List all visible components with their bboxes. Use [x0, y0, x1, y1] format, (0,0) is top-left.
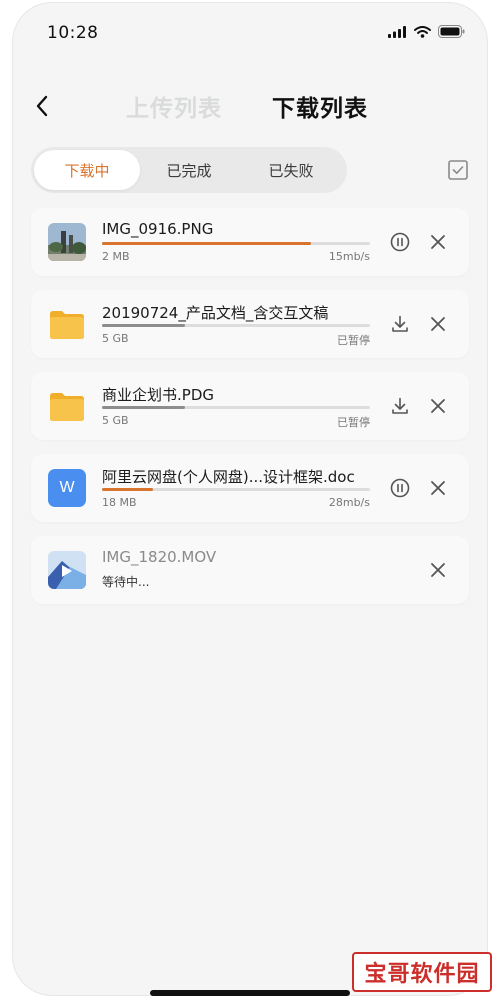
filter-downloading[interactable]: 下载中 [34, 150, 140, 190]
cancel-button[interactable] [426, 312, 450, 336]
progress-bar [102, 406, 370, 409]
progress-fill [102, 406, 186, 409]
list-item[interactable]: 20190724_产品文档_含交互文稿 5 GB 已暂停 [31, 290, 469, 358]
home-indicator[interactable] [150, 990, 350, 996]
select-all-checkbox[interactable] [447, 159, 469, 181]
phone-screen: 10:28 上传列表 下载列表 下载中 已完成 已失败 IMG_0916.PNG… [12, 2, 488, 996]
list-item[interactable]: IMG_1820.MOV 等待中... [31, 536, 469, 604]
tab-upload-list[interactable]: 上传列表 [126, 89, 222, 123]
file-size: 5 GB [102, 414, 129, 427]
pause-icon [390, 232, 410, 252]
progress-bar [102, 324, 370, 327]
watermark-logo: 宝哥软件园 [352, 952, 492, 992]
status-icons [388, 25, 465, 38]
file-name: IMG_1820.MOV [102, 548, 217, 566]
close-icon [431, 317, 445, 331]
cancel-button[interactable] [426, 394, 450, 418]
download-icon [392, 315, 408, 332]
list-item[interactable]: W 阿里云网盘(个人网盘)...设计框架.doc 18 MB 28mb/s [31, 454, 469, 522]
resume-download-button[interactable] [388, 312, 412, 336]
close-icon [431, 563, 445, 577]
close-icon [431, 235, 445, 249]
folder-icon [48, 387, 86, 425]
filter-failed[interactable]: 已失败 [238, 150, 344, 190]
file-size: 2 MB [102, 250, 130, 263]
chevron-left-icon [36, 95, 48, 117]
photo-thumbnail-icon [48, 223, 86, 261]
cancel-button[interactable] [426, 558, 450, 582]
signal-icon [388, 25, 406, 38]
progress-bar [102, 242, 370, 245]
tab-download-list[interactable]: 下载列表 [272, 89, 368, 123]
pause-icon [390, 478, 410, 498]
progress-fill [102, 324, 186, 327]
pause-button[interactable] [388, 476, 412, 500]
close-icon [431, 481, 445, 495]
progress-bar [102, 488, 370, 491]
watermark-text: 宝哥软件园 [364, 962, 480, 987]
file-name: IMG_0916.PNG [102, 220, 214, 238]
file-name: 20190724_产品文档_含交互文稿 [102, 304, 329, 322]
transfer-status: 15mb/s [328, 250, 370, 263]
folder-icon [48, 305, 86, 343]
video-thumbnail-icon [48, 551, 86, 589]
checkbox-icon [448, 160, 468, 180]
file-size: 18 MB [102, 496, 137, 509]
transfer-status: 等待中... [102, 575, 150, 589]
doc-icon-letter: W [59, 479, 75, 496]
progress-fill [102, 242, 312, 245]
filter-completed[interactable]: 已完成 [136, 150, 242, 190]
wifi-icon [414, 25, 431, 38]
word-doc-icon: W [48, 469, 86, 507]
status-filter: 下载中 已完成 已失败 [31, 147, 347, 193]
battery-icon [438, 25, 465, 38]
status-time: 10:28 [47, 23, 99, 43]
back-button[interactable] [27, 91, 57, 121]
transfer-status: 已暂停 [337, 334, 370, 347]
cancel-button[interactable] [426, 230, 450, 254]
download-icon [392, 397, 408, 414]
pause-button[interactable] [388, 230, 412, 254]
file-name: 商业企划书.PDG [102, 386, 214, 404]
progress-fill [102, 488, 153, 491]
file-size: 5 GB [102, 332, 129, 345]
close-icon [431, 399, 445, 413]
list-item[interactable]: IMG_0916.PNG 2 MB 15mb/s [31, 208, 469, 276]
cancel-button[interactable] [426, 476, 450, 500]
list-item[interactable]: 商业企划书.PDG 5 GB 已暂停 [31, 372, 469, 440]
resume-download-button[interactable] [388, 394, 412, 418]
transfer-status: 已暂停 [337, 416, 370, 429]
transfer-status: 28mb/s [328, 496, 370, 509]
file-name: 阿里云网盘(个人网盘)...设计框架.doc [102, 468, 355, 486]
